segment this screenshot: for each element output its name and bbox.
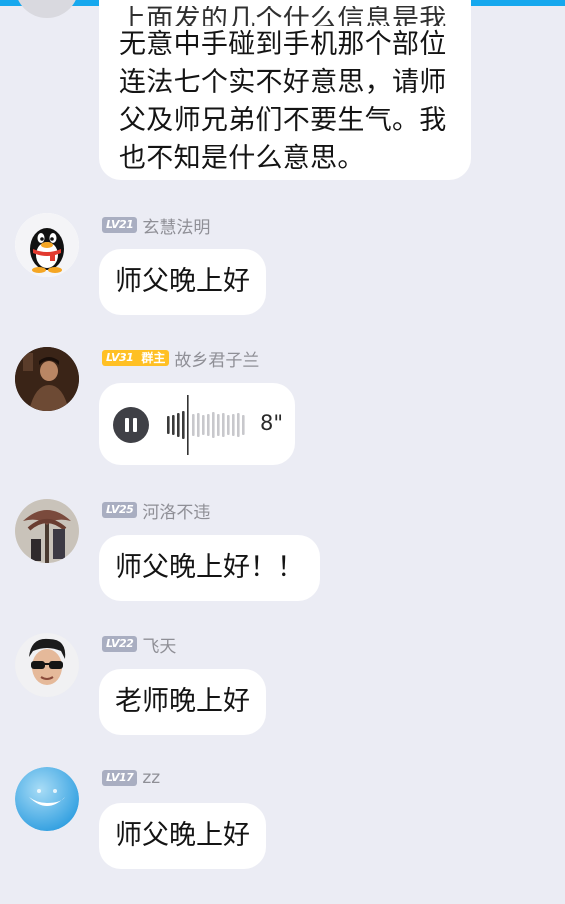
- message-bubble[interactable]: 师父晚上好！！: [99, 535, 320, 601]
- username[interactable]: 飞天: [142, 632, 176, 657]
- message-line: 也不知是什么意思。: [119, 143, 365, 174]
- level-badge: LV31: [102, 350, 138, 366]
- sender-info: LV21 玄慧法明: [102, 216, 210, 238]
- audio-waveform[interactable]: [165, 395, 257, 455]
- group-owner-badge: 群主: [137, 350, 170, 366]
- penguin-avatar-icon[interactable]: [15, 213, 79, 277]
- photo-avatar-dark[interactable]: [15, 347, 79, 411]
- message-bubble[interactable]: 老师晚上好: [99, 669, 266, 735]
- sender-info: LV31 群主 故乡君子兰: [102, 349, 259, 371]
- message-bubble[interactable]: 师父晚上好: [99, 803, 266, 869]
- photo-avatar-sunglasses[interactable]: [15, 633, 79, 697]
- level-badge: LV25: [102, 502, 138, 518]
- message-line: 上面发的几个什么信息是我: [119, 6, 447, 26]
- message-line: 连法七个实不好意思，请师: [119, 67, 447, 98]
- avatar[interactable]: [15, 0, 79, 18]
- sender-info: LV22 飞天: [102, 635, 176, 657]
- username[interactable]: 故乡君子兰: [174, 346, 259, 371]
- message-line: 父及师兄弟们不要生气。我: [119, 105, 447, 136]
- voice-message-bubble[interactable]: 8": [99, 383, 295, 465]
- message-bubble[interactable]: 师父晚上好: [99, 249, 266, 315]
- level-badge: LV17: [102, 770, 138, 786]
- voice-duration: 8": [260, 411, 284, 435]
- level-badge: LV21: [102, 217, 138, 233]
- level-badge: LV22: [102, 636, 138, 652]
- username[interactable]: 玄慧法明: [142, 213, 210, 238]
- pause-icon[interactable]: [113, 407, 149, 443]
- sender-info: LV25 河洛不违: [102, 501, 210, 523]
- message-line: 无意中手碰到手机那个部位: [119, 29, 447, 60]
- photo-avatar-tree[interactable]: [15, 499, 79, 563]
- sender-info: LV17 zz: [102, 768, 160, 788]
- message-bubble[interactable]: 上面发的几个什么信息是我 无意中手碰到手机那个部位 连法七个实不好意思，请师 父…: [99, 0, 471, 180]
- username[interactable]: zz: [142, 768, 160, 788]
- smile-avatar-icon[interactable]: [15, 767, 79, 831]
- username[interactable]: 河洛不违: [142, 498, 210, 523]
